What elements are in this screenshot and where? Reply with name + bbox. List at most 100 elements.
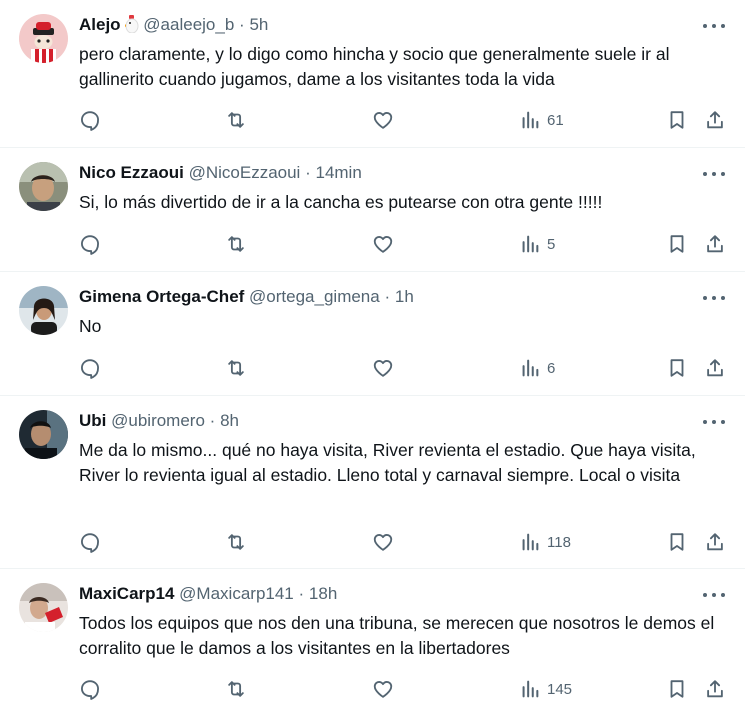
handle[interactable]: @ortega_gimena: [249, 287, 380, 306]
views-icon: [522, 111, 539, 129]
handle[interactable]: @NicoEzzaoui: [189, 163, 301, 182]
retweet-icon: [228, 534, 244, 550]
tweet-header: Gimena Ortega-Chef @ortega_gimena · 1h: [79, 285, 414, 309]
bookmark-button[interactable]: [666, 232, 688, 256]
avatar[interactable]: [19, 583, 68, 632]
display-name[interactable]: MaxiCarp14: [79, 584, 174, 603]
views-button[interactable]: 118: [519, 530, 571, 554]
separator-dot: ·: [239, 15, 245, 34]
reply-feed: Alejo @aaleejo_b · 5h pero claramente, y…: [0, 0, 745, 716]
more-icon[interactable]: [703, 412, 725, 432]
more-icon[interactable]: [703, 288, 725, 308]
share-icon: [707, 680, 723, 698]
like-button[interactable]: [372, 108, 394, 132]
reply-button[interactable]: [79, 530, 101, 554]
share-button[interactable]: [704, 356, 726, 380]
like-icon: [373, 360, 393, 377]
tweet[interactable]: Gimena Ortega-Chef @ortega_gimena · 1h N…: [0, 272, 745, 396]
action-bar: 61: [79, 108, 731, 132]
views-button[interactable]: 145: [519, 677, 572, 701]
views-count: 6: [547, 359, 556, 377]
reply-button[interactable]: [79, 356, 101, 380]
like-button[interactable]: [372, 530, 394, 554]
views-button[interactable]: 5: [519, 232, 555, 256]
tweet-header: Ubi @ubiromero · 8h: [79, 409, 239, 433]
bookmark-icon: [670, 359, 684, 377]
tweet-header: MaxiCarp14 @Maxicarp141 · 18h: [79, 582, 337, 606]
timestamp[interactable]: 18h: [309, 584, 337, 603]
timestamp[interactable]: 8h: [220, 411, 239, 430]
tweet[interactable]: Ubi @ubiromero · 8h Me da lo mismo... qu…: [0, 396, 745, 569]
action-bar: 5: [79, 232, 731, 256]
views-count: 5: [547, 235, 556, 253]
retweet-icon: [228, 112, 244, 128]
reply-icon: [81, 359, 99, 379]
views-icon: [522, 235, 539, 253]
retweet-button[interactable]: [225, 108, 247, 132]
tweet-text: Todos los equipos que nos den una tribun…: [79, 613, 715, 658]
share-button[interactable]: [704, 677, 726, 701]
separator-dot: ·: [298, 584, 305, 603]
display-name[interactable]: Nico Ezzaoui: [79, 163, 184, 182]
share-button[interactable]: [704, 232, 726, 256]
share-icon: [707, 235, 723, 253]
bookmark-button[interactable]: [666, 108, 688, 132]
display-name[interactable]: Ubi: [79, 411, 106, 430]
like-icon: [373, 534, 393, 551]
display-name[interactable]: Gimena Ortega-Chef: [79, 287, 244, 306]
retweet-button[interactable]: [225, 232, 247, 256]
reply-button[interactable]: [79, 677, 101, 701]
avatar[interactable]: [19, 410, 68, 459]
share-icon: [707, 359, 723, 377]
retweet-button[interactable]: [225, 677, 247, 701]
reply-icon: [81, 533, 99, 553]
more-icon[interactable]: [703, 585, 725, 605]
action-bar: 145: [79, 677, 731, 701]
retweet-icon: [228, 360, 244, 376]
person-photo-avatar-icon: [19, 162, 68, 211]
timestamp[interactable]: 14min: [315, 163, 361, 182]
separator-dot: ·: [305, 163, 311, 182]
avatar[interactable]: [19, 286, 68, 335]
timestamp[interactable]: 5h: [249, 15, 268, 34]
mascot-avatar-icon: [19, 14, 68, 63]
display-name[interactable]: Alejo: [79, 15, 121, 34]
like-button[interactable]: [372, 677, 394, 701]
more-icon[interactable]: [703, 16, 725, 36]
bookmark-button[interactable]: [666, 356, 688, 380]
views-icon: [522, 533, 539, 551]
views-count: 118: [547, 533, 571, 551]
like-icon: [373, 112, 393, 129]
tweet[interactable]: MaxiCarp14 @Maxicarp141 · 18h Todos los …: [0, 569, 745, 716]
bookmark-icon: [670, 111, 684, 129]
tweet-header: Nico Ezzaoui @NicoEzzaoui · 14min: [79, 161, 362, 185]
retweet-button[interactable]: [225, 356, 247, 380]
separator-dot: ·: [384, 287, 391, 306]
reply-icon: [81, 680, 99, 700]
tweet[interactable]: Nico Ezzaoui @NicoEzzaoui · 14min Si, lo…: [0, 148, 745, 272]
like-button[interactable]: [372, 356, 394, 380]
reply-button[interactable]: [79, 232, 101, 256]
retweet-button[interactable]: [225, 530, 247, 554]
handle[interactable]: @ubiromero: [111, 411, 205, 430]
like-icon: [373, 681, 393, 698]
share-icon: [707, 111, 723, 129]
handle[interactable]: @Maxicarp141: [179, 584, 294, 603]
share-button[interactable]: [704, 108, 726, 132]
timestamp[interactable]: 1h: [395, 287, 414, 306]
bookmark-button[interactable]: [666, 530, 688, 554]
more-icon[interactable]: [703, 164, 725, 184]
handle[interactable]: @aaleejo_b: [143, 15, 234, 34]
tweet[interactable]: Alejo @aaleejo_b · 5h pero claramente, y…: [0, 0, 745, 148]
avatar[interactable]: [19, 14, 68, 63]
share-button[interactable]: [704, 530, 726, 554]
reply-button[interactable]: [79, 108, 101, 132]
avatar[interactable]: [19, 162, 68, 211]
chicken-emoji-icon: [123, 15, 139, 40]
bookmark-button[interactable]: [666, 677, 688, 701]
views-button[interactable]: 61: [519, 108, 564, 132]
views-button[interactable]: 6: [519, 356, 555, 380]
action-bar: 118: [79, 530, 731, 554]
like-icon: [373, 236, 393, 253]
like-button[interactable]: [372, 232, 394, 256]
